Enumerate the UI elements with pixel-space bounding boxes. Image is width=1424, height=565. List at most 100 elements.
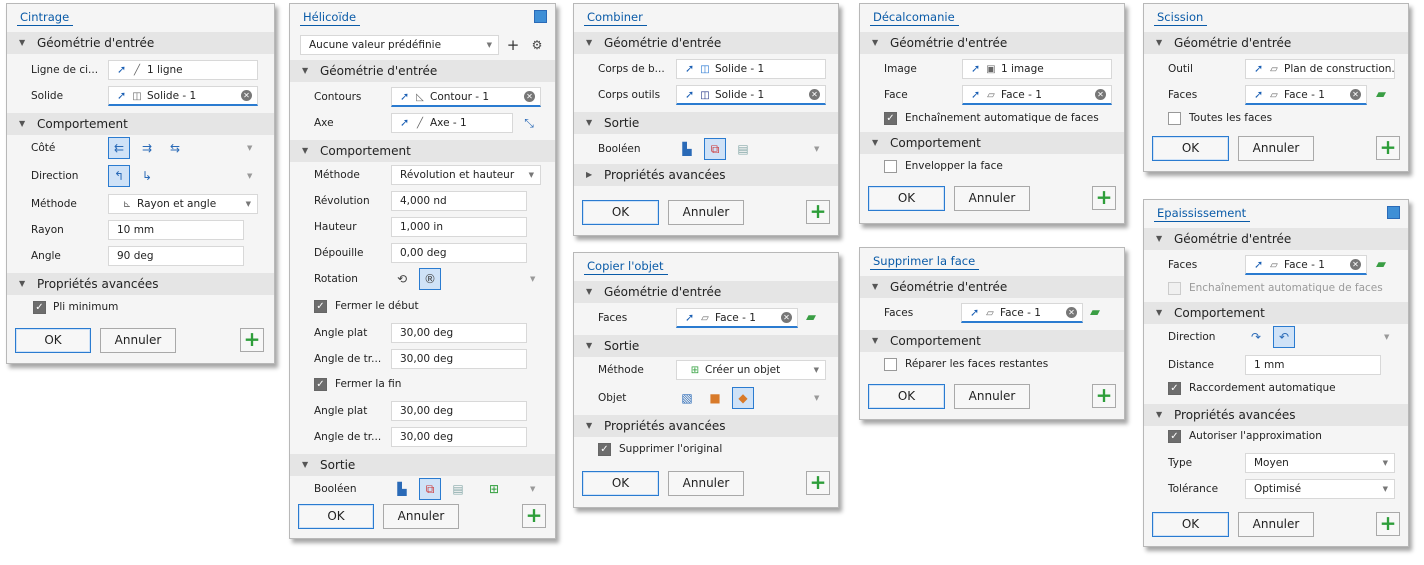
spin-arrow-icon[interactable]: ▶ xyxy=(526,218,527,236)
direction-2-icon[interactable]: ↳ xyxy=(136,165,158,187)
section-behavior[interactable]: ▼ Comportement xyxy=(7,113,274,135)
outil-selector[interactable]: ➚ ▱ Plan de construction... xyxy=(1245,59,1395,79)
side-right-icon[interactable]: ⇉ xyxy=(136,137,158,159)
add-icon[interactable]: + xyxy=(1376,512,1400,536)
cancel-button[interactable]: Annuler xyxy=(954,186,1030,211)
corps-base-selector[interactable]: ➚ ◫ Solide - 1 xyxy=(676,59,826,79)
image-selector[interactable]: ➚ ▣ 1 image xyxy=(962,59,1112,79)
spin-arrow-icon[interactable]: ▶ xyxy=(526,402,527,420)
ligne-selector[interactable]: ➚ ╱ 1 ligne xyxy=(108,60,258,80)
cancel-button[interactable]: Annuler xyxy=(954,384,1030,409)
faces-selector[interactable]: ➚ ▱ Face - 1 ✕ xyxy=(676,308,798,328)
envelopper-checkbox[interactable] xyxy=(884,160,897,173)
clear-icon[interactable]: ✕ xyxy=(524,91,535,102)
side-both-icon[interactable]: ⇆ xyxy=(164,137,186,159)
section-behavior[interactable]: ▼ Comportement xyxy=(1144,302,1408,324)
spin-arrow-icon[interactable]: ▶ xyxy=(526,428,527,446)
angle-transition-input[interactable]: 30,00 deg▶ xyxy=(391,349,527,369)
ok-button[interactable]: OK xyxy=(868,186,945,211)
add-preset-icon[interactable]: + xyxy=(502,34,524,56)
rotation-right-icon[interactable]: ® xyxy=(419,268,441,290)
boolean-intersect-icon[interactable]: ▤ xyxy=(732,138,754,160)
axe-selector[interactable]: ➚ ╱ Axe - 1 xyxy=(391,113,513,133)
section-advanced[interactable]: ▶ Propriétés avancées xyxy=(574,164,838,186)
revolution-input[interactable]: 4,000 nd▶ xyxy=(391,191,527,211)
rayon-input[interactable]: 10 mm▶ xyxy=(108,220,244,240)
section-output[interactable]: ▼ Sortie xyxy=(574,335,838,357)
add-icon[interactable]: + xyxy=(522,504,546,528)
face-selector[interactable]: ➚ ▱ Face - 1 ✕ xyxy=(962,85,1112,105)
spin-arrow-icon[interactable]: ▶ xyxy=(1380,356,1381,374)
rotation-left-icon[interactable]: ⟲ xyxy=(391,268,413,290)
flip-icon[interactable]: ⤡ xyxy=(518,112,540,134)
side-left-icon[interactable]: ⇇ xyxy=(108,137,130,159)
boolean-join-icon[interactable]: ▙ xyxy=(676,138,698,160)
ok-button[interactable]: OK xyxy=(1152,136,1229,161)
composite-icon[interactable]: ◆ xyxy=(732,387,754,409)
spin-arrow-icon[interactable]: ▶ xyxy=(526,192,527,210)
section-advanced[interactable]: ▼ Propriétés avancées xyxy=(1144,404,1408,426)
direction-1-icon[interactable]: ↰ xyxy=(108,165,130,187)
boolean-cut-icon[interactable]: ⧉ xyxy=(419,478,441,500)
add-icon[interactable]: + xyxy=(240,328,264,352)
faces-selector[interactable]: ➚ ▱ Face - 1 ✕ xyxy=(1245,255,1367,275)
face-select-icon[interactable]: ▰ xyxy=(1376,87,1386,102)
distance-input[interactable]: 1 mm▶ xyxy=(1245,355,1381,375)
tolerance-select[interactable]: Optimisé ▼ xyxy=(1245,479,1395,499)
supprimer-original-checkbox[interactable]: ✓ xyxy=(598,443,611,456)
section-advanced[interactable]: ▼ Propriétés avancées xyxy=(574,415,838,437)
cancel-button[interactable]: Annuler xyxy=(1238,512,1314,537)
face-select-icon[interactable]: ▰ xyxy=(1090,305,1100,320)
fermer-debut-checkbox[interactable]: ✓ xyxy=(314,300,327,313)
angle-plat-input[interactable]: 30,00 deg▶ xyxy=(391,323,527,343)
section-output[interactable]: ▼ Sortie xyxy=(290,454,555,476)
clear-icon[interactable]: ✕ xyxy=(809,89,820,100)
raccordement-checkbox[interactable]: ✓ xyxy=(1168,382,1181,395)
surface-icon[interactable]: ▧ xyxy=(676,387,698,409)
section-geometry[interactable]: ▼ Géométrie d'entrée xyxy=(7,32,274,54)
section-behavior[interactable]: ▼ Comportement xyxy=(290,140,555,162)
methode-select[interactable]: Révolution et hauteur ▼ xyxy=(391,165,541,185)
clear-icon[interactable]: ✕ xyxy=(241,90,252,101)
reparer-checkbox[interactable] xyxy=(884,358,897,371)
section-behavior[interactable]: ▼ Comportement xyxy=(860,132,1124,154)
ok-button[interactable]: OK xyxy=(868,384,945,409)
cancel-button[interactable]: Annuler xyxy=(668,471,744,496)
add-icon[interactable]: + xyxy=(806,471,830,495)
section-geometry[interactable]: ▼ Géométrie d'entrée xyxy=(290,60,555,82)
spin-arrow-icon[interactable]: ▶ xyxy=(243,221,244,239)
direction-2-icon[interactable]: ↶ xyxy=(1273,326,1295,348)
ok-button[interactable]: OK xyxy=(582,200,659,225)
angle-transition-input[interactable]: 30,00 deg▶ xyxy=(391,427,527,447)
methode-select[interactable]: ⊞ Créer un objet ▼ xyxy=(676,360,826,380)
clear-icon[interactable]: ✕ xyxy=(1066,307,1077,318)
preset-select[interactable]: Aucune valeur prédéfinie ▼ xyxy=(300,35,499,55)
ok-button[interactable]: OK xyxy=(582,471,659,496)
dropdown-icon[interactable]: ▼ xyxy=(247,144,252,152)
section-output[interactable]: ▼ Sortie xyxy=(574,112,838,134)
add-icon[interactable]: + xyxy=(1092,384,1116,408)
cancel-button[interactable]: Annuler xyxy=(383,504,459,529)
cancel-button[interactable]: Annuler xyxy=(100,328,176,353)
face-select-icon[interactable]: ▰ xyxy=(806,310,816,325)
cancel-button[interactable]: Annuler xyxy=(668,200,744,225)
clear-icon[interactable]: ✕ xyxy=(1095,89,1106,100)
contours-selector[interactable]: ➚ ◺ Contour - 1 ✕ xyxy=(391,87,541,107)
gear-icon[interactable]: ⚙ xyxy=(526,34,548,56)
section-geometry[interactable]: ▼ Géométrie d'entrée xyxy=(574,281,838,303)
dropdown-icon[interactable]: ▼ xyxy=(814,394,819,402)
type-select[interactable]: Moyen ▼ xyxy=(1245,453,1395,473)
dropdown-icon[interactable]: ▼ xyxy=(247,172,252,180)
section-geometry[interactable]: ▼ Géométrie d'entrée xyxy=(860,276,1124,298)
cancel-button[interactable]: Annuler xyxy=(1238,136,1314,161)
spin-arrow-icon[interactable]: ▶ xyxy=(526,324,527,342)
approximation-checkbox[interactable]: ✓ xyxy=(1168,430,1181,443)
direction-1-icon[interactable]: ↷ xyxy=(1245,326,1267,348)
faces-selector[interactable]: ➚ ▱ Face - 1 ✕ xyxy=(961,303,1083,323)
boolean-intersect-icon[interactable]: ▤ xyxy=(447,478,469,500)
dropdown-icon[interactable]: ▼ xyxy=(530,275,535,283)
face-select-icon[interactable]: ▰ xyxy=(1376,257,1386,272)
add-icon[interactable]: + xyxy=(1092,186,1116,210)
section-geometry[interactable]: ▼ Géométrie d'entrée xyxy=(1144,228,1408,250)
clear-icon[interactable]: ✕ xyxy=(1350,89,1361,100)
